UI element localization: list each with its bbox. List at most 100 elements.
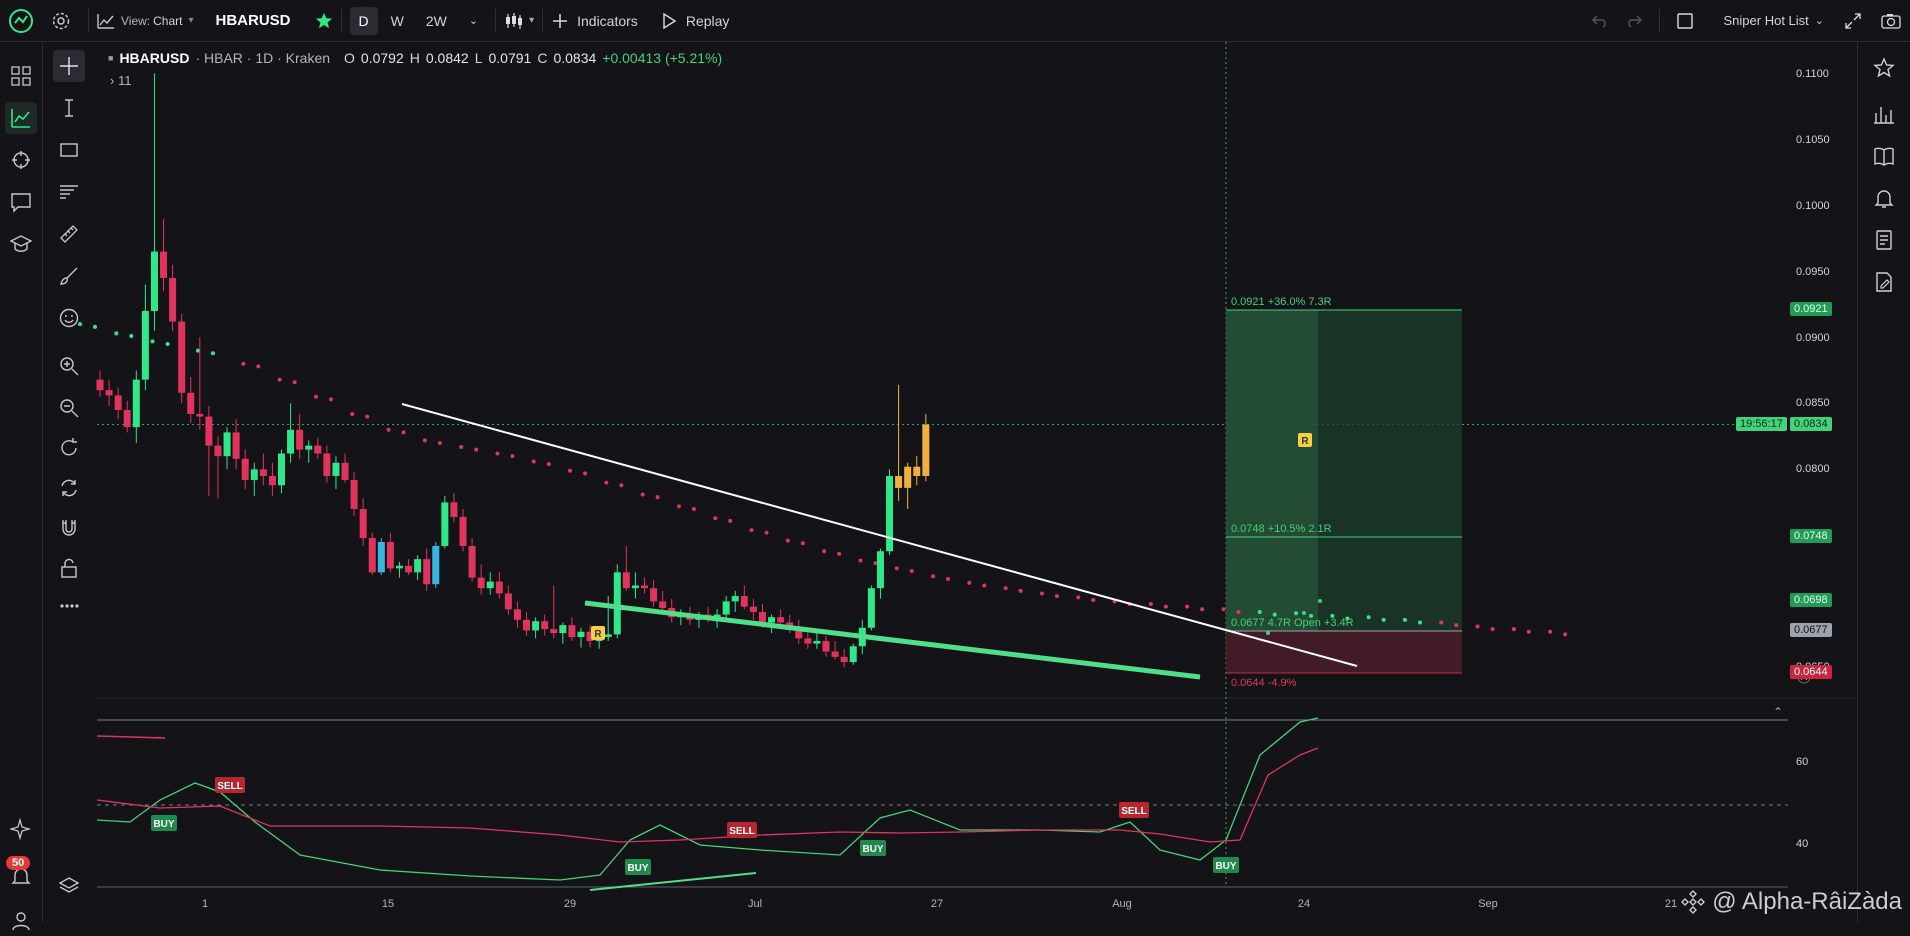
candle — [178, 313, 186, 404]
undo-icon[interactable] — [1583, 0, 1617, 41]
zoom-in-icon[interactable] — [53, 350, 85, 382]
timeframe-w-button[interactable]: W — [382, 7, 413, 35]
logo-icon[interactable] — [0, 0, 42, 41]
candle — [423, 548, 431, 591]
document-edit-icon[interactable] — [1868, 266, 1900, 298]
candle-body — [749, 606, 757, 612]
sar-dot — [785, 538, 790, 543]
legend-eye-icon[interactable]: ■ — [108, 53, 113, 63]
r-marker[interactable] — [1298, 433, 1312, 447]
crosshair-target-icon[interactable] — [5, 144, 37, 176]
price-tick: 0.0800 — [1796, 463, 1830, 475]
candle — [223, 427, 231, 470]
sar-dot — [1294, 611, 1299, 616]
oscillator-divergence-line — [589, 872, 757, 891]
price-axis[interactable]: 0.1100 0.1050 0.1000 0.0950 0.0900 0.085… — [1796, 68, 1830, 673]
candle-body — [650, 588, 658, 602]
settings-icon[interactable] — [42, 0, 80, 41]
sync-arrows-icon[interactable] — [53, 472, 85, 504]
sell-signal-badge — [727, 822, 757, 838]
r-marker-label: R — [594, 629, 602, 640]
fullscreen-icon[interactable] — [1834, 0, 1872, 41]
more-dots-icon[interactable] — [53, 590, 85, 622]
candle-body — [795, 627, 803, 639]
zoom-out-icon[interactable] — [53, 392, 85, 424]
collapse-pane-chevron-icon[interactable]: ⌃ — [1773, 705, 1783, 719]
emoji-icon[interactable] — [53, 302, 85, 334]
sparkle-icon[interactable] — [5, 813, 37, 845]
notes-icon[interactable] — [1868, 224, 1900, 256]
timeframe-dropdown-chevron-icon[interactable]: ⌄ — [460, 8, 487, 33]
chat-icon[interactable] — [5, 186, 37, 218]
sar-dot — [873, 561, 878, 566]
candle-body — [450, 502, 458, 517]
candle — [350, 472, 358, 516]
sar-dot — [1076, 595, 1081, 600]
chart-type-button[interactable]: ▾ — [504, 0, 534, 41]
favorite-star-icon[interactable] — [315, 0, 333, 41]
replay-label: Replay — [685, 12, 730, 29]
lock-icon[interactable] — [53, 552, 85, 584]
buy-signal-label: BUY — [153, 819, 174, 830]
layout-square-icon[interactable] — [1668, 0, 1702, 41]
candle — [822, 635, 830, 657]
candle — [341, 453, 349, 483]
sar-dot — [1309, 613, 1314, 618]
timeframe-d-button[interactable]: D — [349, 6, 378, 35]
view-label: View: — [121, 13, 151, 28]
education-cap-icon[interactable] — [5, 228, 37, 260]
sar-dot — [1185, 604, 1190, 609]
sar-dot — [1221, 607, 1226, 612]
rectangle-icon[interactable] — [53, 134, 85, 166]
symbol-search-button[interactable]: HBARUSD — [216, 0, 291, 41]
book-icon[interactable] — [1868, 140, 1900, 172]
candle — [749, 598, 757, 620]
dashboard-grid-icon[interactable] — [5, 60, 37, 92]
sar-dot — [837, 551, 842, 556]
sar-dot — [241, 361, 246, 366]
candle-body — [432, 545, 440, 585]
candle-body — [904, 466, 912, 488]
timeframe-2w-button[interactable]: 2W — [417, 7, 456, 35]
position-profit-zone[interactable] — [1226, 310, 1462, 631]
candle-body — [532, 621, 540, 631]
data-window-icon[interactable] — [1868, 98, 1900, 130]
brush-icon[interactable] — [53, 260, 85, 292]
indicators-collapsed-toggle[interactable]: › 11 — [110, 73, 131, 88]
candle — [604, 596, 612, 641]
sar-dot — [401, 430, 406, 435]
alarm-bell-icon[interactable] — [1868, 182, 1900, 214]
candle — [722, 596, 730, 620]
time-axis[interactable]: 1 15 29 Jul 27 Aug 24 Sep 21 — [202, 898, 1677, 910]
star-watchlist-icon[interactable] — [1868, 52, 1900, 84]
watchlist-selector[interactable]: Sniper Hot List ⌄ — [1724, 0, 1824, 41]
price-chart[interactable]: 0.0921 +36.0% 7.3R 0.0748 +10.5% 2.1R 0.… — [0, 0, 1910, 922]
view-selector[interactable]: View: Chart ▾ — [97, 0, 194, 41]
watermark-text: @ Alpha-RâiZàda — [1712, 888, 1902, 915]
candle — [559, 622, 567, 644]
sar-dot — [1127, 602, 1132, 607]
redo-icon[interactable] — [1617, 0, 1651, 41]
user-avatar-icon[interactable] — [5, 904, 37, 936]
refresh-icon[interactable] — [53, 432, 85, 464]
candle-body — [250, 469, 258, 480]
r-marker[interactable] — [591, 626, 605, 640]
ruler-icon[interactable] — [53, 218, 85, 250]
camera-icon[interactable] — [1872, 0, 1910, 41]
indicators-button[interactable]: Indicators — [551, 0, 638, 41]
replay-button[interactable]: Replay — [660, 0, 730, 41]
sar-dot — [1112, 599, 1117, 604]
crosshair-icon[interactable] — [53, 50, 85, 82]
time-tick: 27 — [931, 898, 943, 910]
text-cursor-icon[interactable] — [53, 92, 85, 124]
magnet-icon[interactable] — [53, 512, 85, 544]
chart-nav-icon[interactable] — [5, 102, 37, 134]
candle-body — [114, 395, 122, 410]
fib-lines-icon[interactable] — [53, 176, 85, 208]
layers-icon[interactable] — [53, 870, 85, 902]
target-label: 0.0921 +36.0% 7.3R — [1231, 296, 1332, 308]
position-loss-zone[interactable] — [1226, 631, 1462, 673]
alerts-count-badge: 50 — [6, 856, 31, 870]
watchlist-label: Sniper Hot List — [1723, 13, 1809, 28]
oscillator-axis: 60 40 — [1796, 756, 1808, 850]
